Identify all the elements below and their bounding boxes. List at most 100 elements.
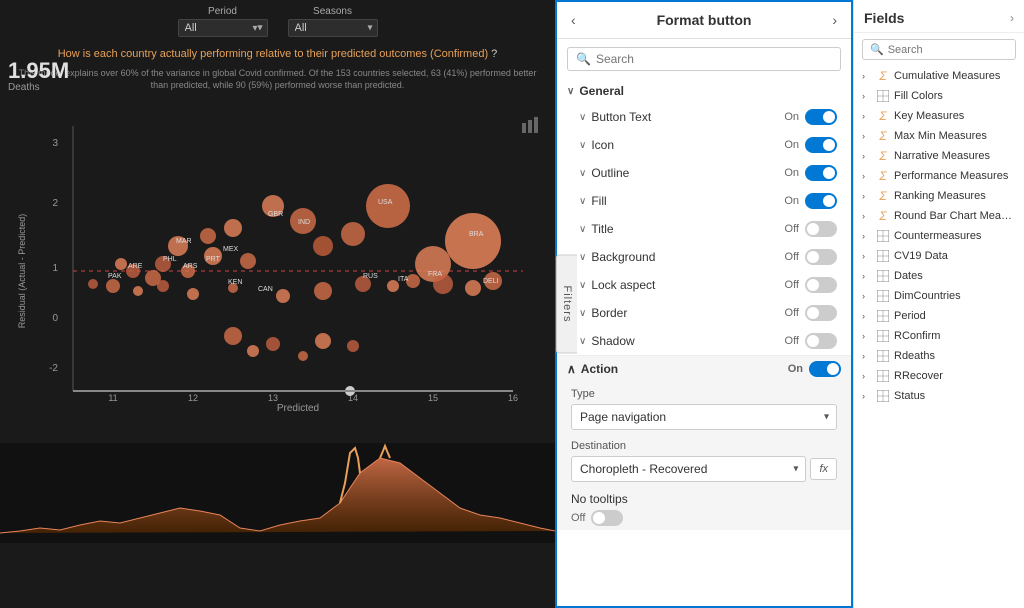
- border-toggle[interactable]: [805, 305, 837, 321]
- field-item-performance-measures[interactable]: › Σ Performance Measures: [854, 166, 1024, 186]
- title-state: Off: [785, 223, 799, 235]
- field-icon-table: [876, 229, 890, 243]
- field-expand-icon: ›: [862, 151, 872, 161]
- field-item-max-min-measures[interactable]: › Σ Max Min Measures: [854, 126, 1024, 146]
- field-item-narrative-measures[interactable]: › Σ Narrative Measures: [854, 146, 1024, 166]
- fill-state: On: [784, 195, 799, 207]
- button-text-toggle[interactable]: [805, 109, 837, 125]
- field-item-period[interactable]: › Period: [854, 306, 1024, 326]
- lock-aspect-toggle[interactable]: [805, 277, 837, 293]
- fx-button[interactable]: fx: [810, 458, 837, 480]
- field-name: Round Bar Chart Measu...: [894, 210, 1016, 222]
- field-name: DimCountries: [894, 290, 1016, 302]
- field-expand-icon: ›: [862, 171, 872, 181]
- nav-next-button[interactable]: ›: [828, 10, 841, 30]
- action-toggle[interactable]: [809, 361, 841, 377]
- fields-title: Fields: [864, 10, 904, 26]
- svg-text:ARS: ARS: [183, 263, 198, 270]
- field-name: Status: [894, 390, 1016, 402]
- format-options-scroll[interactable]: ∨ General ∨ Button Text On ∨ Icon On: [557, 79, 851, 606]
- svg-text:ITA: ITA: [398, 276, 409, 283]
- field-name: RRecover: [894, 370, 1016, 382]
- type-select[interactable]: Page navigation Bookmark Back Q&A Web UR…: [571, 404, 837, 430]
- panel-header: ‹ Format button ›: [557, 2, 851, 39]
- shadow-label: Shadow: [591, 334, 634, 348]
- field-icon-table: [876, 329, 890, 343]
- field-icon-sigma: Σ: [876, 209, 890, 223]
- svg-text:DELI: DELI: [483, 278, 499, 285]
- button-text-label: Button Text: [591, 110, 651, 124]
- destination-select[interactable]: Choropleth - Recovered Overview Details: [571, 456, 806, 482]
- field-name: Fill Colors: [894, 90, 1016, 102]
- fill-toggle[interactable]: [805, 193, 837, 209]
- seasons-select[interactable]: All: [288, 19, 378, 37]
- no-tooltips-toggle[interactable]: [591, 510, 623, 526]
- field-item-rrecover[interactable]: › RRecover: [854, 366, 1024, 386]
- field-expand-icon: ›: [862, 231, 872, 241]
- fields-search-box[interactable]: 🔍: [862, 39, 1016, 60]
- button-text-chevron: ∨: [579, 112, 586, 123]
- fields-search-input[interactable]: [888, 44, 1008, 56]
- field-name: Performance Measures: [894, 170, 1016, 182]
- destination-label: Destination: [571, 440, 837, 452]
- field-expand-icon: ›: [862, 251, 872, 261]
- bar-chart-icon[interactable]: [521, 115, 541, 140]
- general-section-header[interactable]: ∨ General: [557, 79, 851, 103]
- period-select-wrapper[interactable]: All ▾: [178, 19, 268, 37]
- field-item-countermeasures[interactable]: › Countermeasures: [854, 226, 1024, 246]
- field-item-dimcountries[interactable]: › DimCountries: [854, 286, 1024, 306]
- field-item-key-measures[interactable]: › Σ Key Measures: [854, 106, 1024, 126]
- no-tooltips-section: No tooltips Off: [557, 488, 851, 530]
- field-icon-table: [876, 249, 890, 263]
- shadow-state: Off: [785, 335, 799, 347]
- background-label: Background: [591, 250, 655, 264]
- field-item-ranking-measures[interactable]: › Σ Ranking Measures: [854, 186, 1024, 206]
- type-select-wrapper[interactable]: Page navigation Bookmark Back Q&A Web UR…: [571, 404, 837, 430]
- field-expand-icon: ›: [862, 291, 872, 301]
- field-icon-sigma: Σ: [876, 109, 890, 123]
- fields-expand-icon[interactable]: ›: [1010, 11, 1014, 25]
- icon-toggle[interactable]: [805, 137, 837, 153]
- svg-text:15: 15: [427, 393, 437, 403]
- svg-text:13: 13: [267, 393, 277, 403]
- field-item-fill-colors[interactable]: › Fill Colors: [854, 86, 1024, 106]
- period-select[interactable]: All: [178, 19, 268, 37]
- filters-sidebar: Filters: [556, 255, 577, 354]
- search-input[interactable]: [596, 52, 832, 66]
- field-item-status[interactable]: › Status: [854, 386, 1024, 406]
- field-icon-sigma: Σ: [876, 149, 890, 163]
- field-item-rdeaths[interactable]: › Rdeaths: [854, 346, 1024, 366]
- svg-text:CAN: CAN: [258, 286, 273, 293]
- filters-tab[interactable]: Filters: [556, 255, 577, 354]
- outline-toggle[interactable]: [805, 165, 837, 181]
- field-item-cumulative-measures[interactable]: › Σ Cumulative Measures: [854, 66, 1024, 86]
- action-state: On: [788, 363, 803, 375]
- svg-text:PAK: PAK: [108, 273, 122, 280]
- fill-row: ∨ Fill On: [557, 187, 851, 215]
- search-box[interactable]: 🔍: [567, 47, 841, 71]
- field-item-round-bar-chart[interactable]: › Σ Round Bar Chart Measu...: [854, 206, 1024, 226]
- action-chevron: ∧: [567, 362, 576, 376]
- fields-panel: Fields › 🔍 › Σ Cumulative Measures › Fil…: [853, 0, 1024, 608]
- field-item-dates[interactable]: › Dates: [854, 266, 1024, 286]
- background-toggle[interactable]: [805, 249, 837, 265]
- svg-text:Predicted: Predicted: [276, 403, 318, 414]
- svg-text:MEX: MEX: [223, 246, 239, 253]
- field-item-cv19-data[interactable]: › CV19 Data: [854, 246, 1024, 266]
- icon-row: ∨ Icon On: [557, 131, 851, 159]
- outline-label: Outline: [591, 166, 629, 180]
- field-name: RConfirm: [894, 330, 1016, 342]
- shadow-toggle[interactable]: [805, 333, 837, 349]
- field-name: Rdeaths: [894, 350, 1016, 362]
- nav-prev-button[interactable]: ‹: [567, 10, 580, 30]
- no-tooltips-toggle-row: Off: [571, 510, 837, 526]
- seasons-select-wrapper[interactable]: All: [288, 19, 378, 37]
- fields-list[interactable]: › Σ Cumulative Measures › Fill Colors › …: [854, 66, 1024, 608]
- field-expand-icon: ›: [862, 351, 872, 361]
- destination-select-wrapper[interactable]: Choropleth - Recovered Overview Details …: [571, 456, 806, 482]
- viz-subtitle: This model explains over 60% of the vari…: [0, 66, 555, 95]
- title-toggle[interactable]: [805, 221, 837, 237]
- field-item-rconfirm[interactable]: › RConfirm: [854, 326, 1024, 346]
- svg-text:BRA: BRA: [469, 231, 484, 238]
- field-icon-table: [876, 289, 890, 303]
